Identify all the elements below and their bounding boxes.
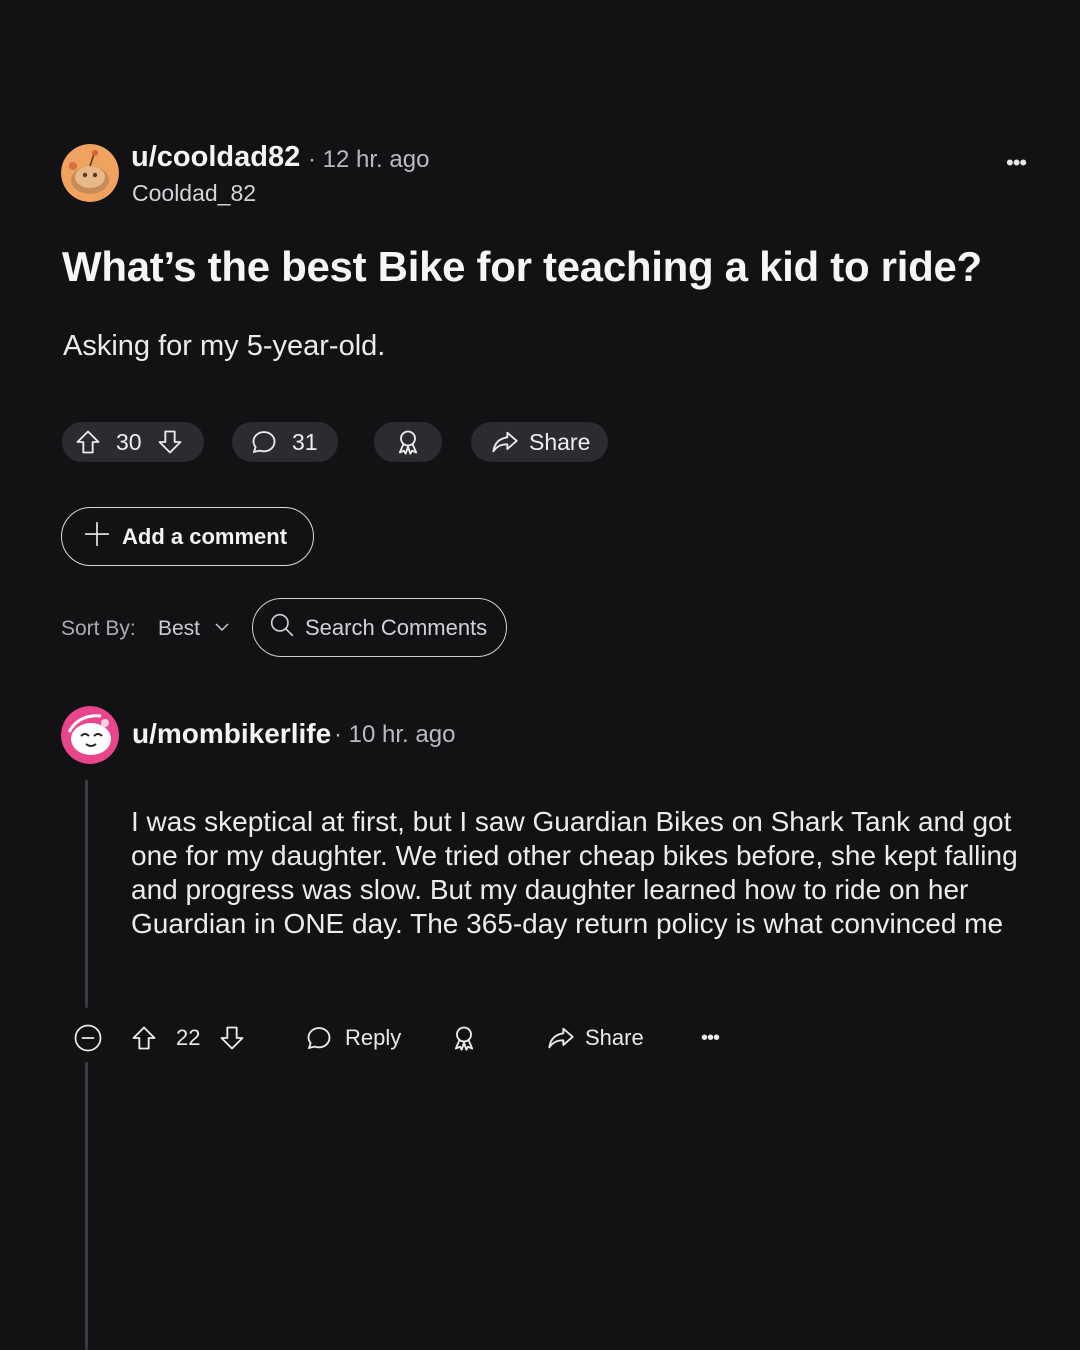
post-timestamp: · 12 hr. ago bbox=[308, 146, 429, 174]
comment-vote-bar: 22 bbox=[130, 1020, 246, 1056]
add-comment-label: Add a comment bbox=[122, 523, 288, 549]
comment-thread-line[interactable] bbox=[85, 780, 88, 1008]
add-comment-button[interactable]: Add a comment bbox=[61, 507, 314, 566]
comment-author-name[interactable]: u/mombikerlife bbox=[132, 718, 331, 750]
search-placeholder: Search Comments bbox=[305, 614, 488, 640]
comment-collapse-button[interactable] bbox=[73, 1020, 103, 1056]
chevron-down-icon bbox=[214, 617, 230, 641]
award-button[interactable] bbox=[374, 422, 442, 462]
comment-share-label: Share bbox=[585, 1025, 644, 1050]
comment-bubble-icon bbox=[307, 1027, 331, 1050]
collapse-minus-icon bbox=[74, 1024, 102, 1052]
post-share-button[interactable]: Share bbox=[471, 422, 608, 462]
comment-thread-line-lower[interactable] bbox=[85, 1062, 88, 1350]
post-author-name[interactable]: u/cooldad82 bbox=[131, 141, 300, 174]
post-author-handle: Cooldad_82 bbox=[132, 180, 257, 206]
separator-dot: · bbox=[334, 721, 342, 748]
post-body: Asking for my 5-year-old. bbox=[63, 330, 386, 362]
snoo-avatar-icon bbox=[61, 706, 119, 764]
post-author-avatar[interactable] bbox=[61, 144, 119, 202]
comment-body: I was skeptical at first, but I saw Guar… bbox=[131, 806, 1018, 939]
comments-count: 31 bbox=[292, 428, 318, 455]
separator-dot: · bbox=[308, 146, 316, 173]
sort-dropdown[interactable]: Best bbox=[158, 617, 230, 641]
search-comments-input[interactable]: Search Comments bbox=[252, 598, 507, 657]
downvote-icon[interactable] bbox=[156, 428, 184, 456]
comment-time-text: 10 hr. ago bbox=[348, 721, 456, 748]
award-icon bbox=[454, 1026, 474, 1051]
comment-timestamp: · 10 hr. ago bbox=[334, 721, 455, 749]
reply-button[interactable]: Reply bbox=[305, 1020, 401, 1056]
comments-button[interactable]: 31 bbox=[232, 422, 338, 462]
sort-by-label: Sort By: bbox=[61, 617, 136, 640]
downvote-icon[interactable] bbox=[218, 1024, 246, 1052]
more-dots: ••• bbox=[701, 1026, 720, 1049]
post-title: What’s the best Bike for teaching a kid … bbox=[62, 243, 982, 290]
share-arrow-icon bbox=[548, 1027, 574, 1049]
sort-value: Best bbox=[158, 617, 201, 640]
comment-award-button[interactable] bbox=[450, 1020, 478, 1056]
comment-vote-count: 22 bbox=[176, 1025, 201, 1050]
award-icon bbox=[394, 428, 422, 456]
post-vote-bar: 30 bbox=[62, 422, 204, 462]
upvote-icon[interactable] bbox=[74, 428, 102, 456]
post-time-text: 12 hr. ago bbox=[322, 146, 430, 173]
share-label: Share bbox=[529, 428, 591, 455]
reply-label: Reply bbox=[345, 1025, 402, 1050]
search-icon bbox=[269, 612, 295, 644]
comment-more-options-icon[interactable]: ••• bbox=[701, 1020, 720, 1056]
plus-icon bbox=[84, 521, 110, 553]
comment-author-avatar[interactable] bbox=[61, 706, 119, 764]
upvote-icon[interactable] bbox=[130, 1024, 158, 1052]
snoo-avatar-icon bbox=[61, 144, 119, 202]
post-vote-count: 30 bbox=[116, 428, 142, 455]
post-more-options-icon[interactable]: ••• bbox=[1006, 150, 1027, 176]
comment-share-button[interactable]: Share bbox=[547, 1020, 644, 1056]
comment-bubble-icon bbox=[250, 428, 278, 456]
share-arrow-icon bbox=[491, 428, 519, 456]
